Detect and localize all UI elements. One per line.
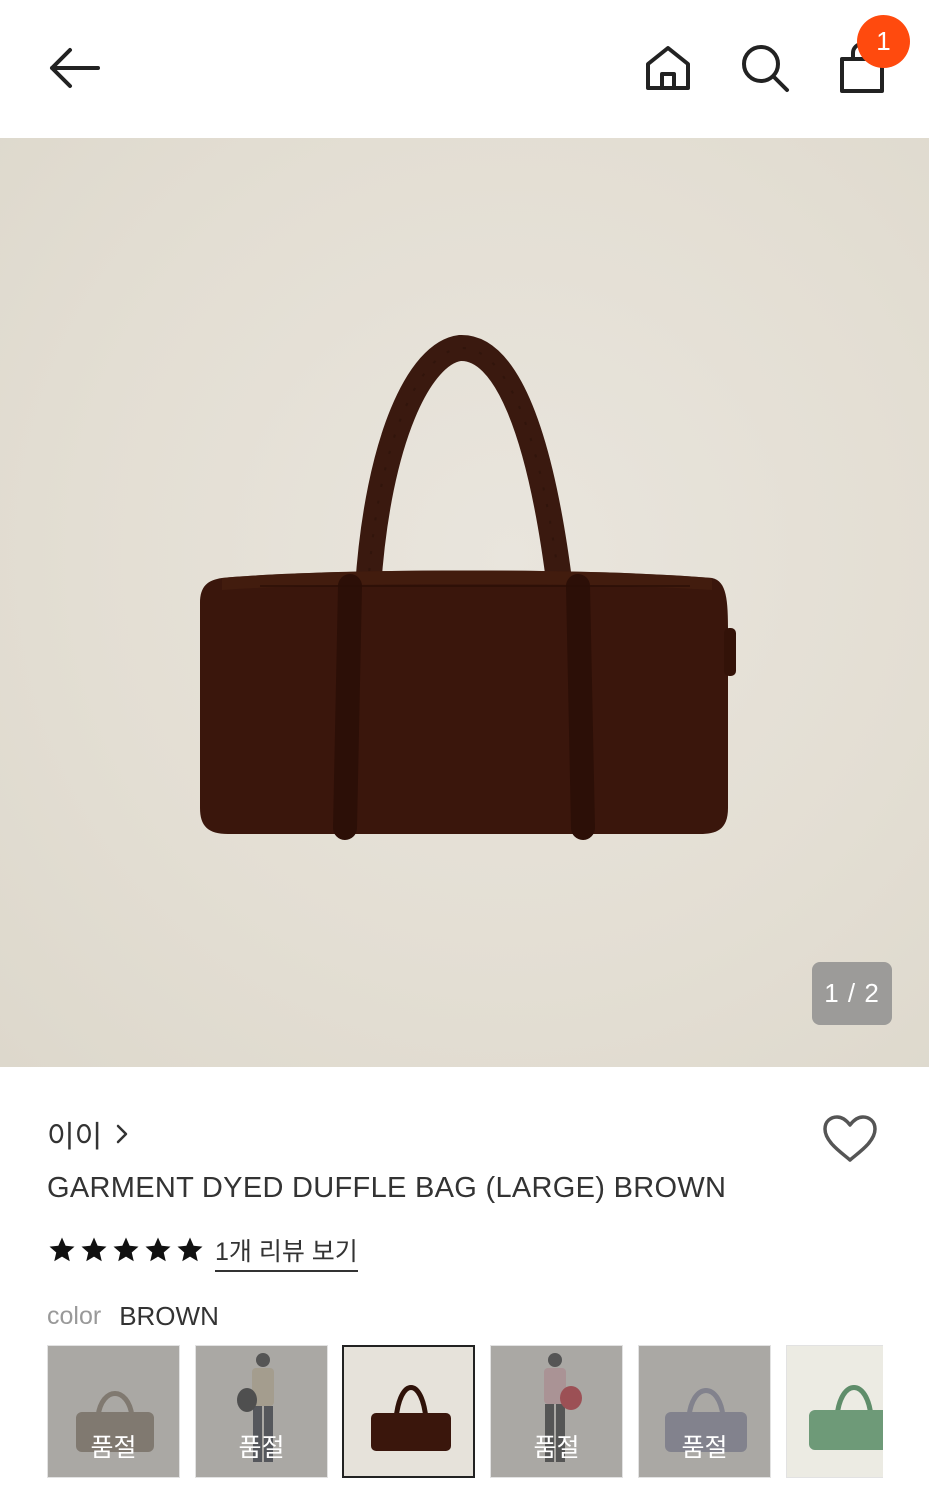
top-app-bar: 1 — [0, 0, 929, 138]
color-swatch[interactable]: 품절 — [638, 1345, 771, 1478]
color-swatch-list: 품절 품절 품절 품절 — [47, 1345, 883, 1479]
color-label: color — [47, 1301, 102, 1330]
heart-outline-icon — [822, 1114, 878, 1169]
duffle-bag-image — [200, 335, 736, 840]
brand-name: 이이 — [47, 1121, 103, 1154]
arrow-left-icon — [46, 46, 102, 95]
color-swatch[interactable]: 품절 — [47, 1345, 180, 1478]
selected-color-value: BROWN — [119, 1300, 219, 1331]
star-icon — [47, 1235, 77, 1270]
star-icon — [79, 1235, 109, 1270]
star-icon — [175, 1235, 205, 1270]
product-image-carousel[interactable]: 1 / 2 — [0, 138, 929, 1067]
star-rating — [47, 1235, 205, 1270]
search-button[interactable] — [733, 38, 797, 102]
view-reviews-link[interactable]: 1개 리뷰 보기 — [215, 1232, 358, 1272]
image-page-indicator: 1 / 2 — [812, 962, 892, 1025]
star-icon — [111, 1235, 141, 1270]
rating-row: 1개 리뷰 보기 — [47, 1232, 358, 1272]
color-swatch[interactable]: 품절 — [195, 1345, 328, 1478]
swatch-thumbnail — [344, 1347, 473, 1476]
search-icon — [739, 42, 791, 99]
cart-count-badge: 1 — [857, 15, 910, 68]
sold-out-label: 품절 — [533, 1433, 580, 1462]
color-selection-label: color BROWN — [47, 1299, 219, 1333]
chevron-right-icon — [116, 1124, 128, 1144]
wishlist-button[interactable] — [818, 1112, 882, 1170]
color-swatch-selected[interactable] — [342, 1345, 475, 1478]
sold-out-label: 품절 — [681, 1433, 728, 1462]
sold-out-label: 품절 — [90, 1433, 137, 1462]
color-swatch[interactable]: 품절 — [490, 1345, 623, 1478]
sold-out-label: 품절 — [238, 1433, 285, 1462]
back-button[interactable] — [40, 40, 108, 100]
home-icon — [644, 44, 692, 97]
home-button[interactable] — [636, 38, 700, 102]
swatch-thumbnail — [787, 1346, 883, 1477]
color-swatch[interactable] — [786, 1345, 883, 1478]
star-icon — [143, 1235, 173, 1270]
brand-link[interactable]: 이이 — [47, 1114, 128, 1154]
product-title: GARMENT DYED DUFFLE BAG (LARGE) BROWN — [47, 1172, 727, 1204]
